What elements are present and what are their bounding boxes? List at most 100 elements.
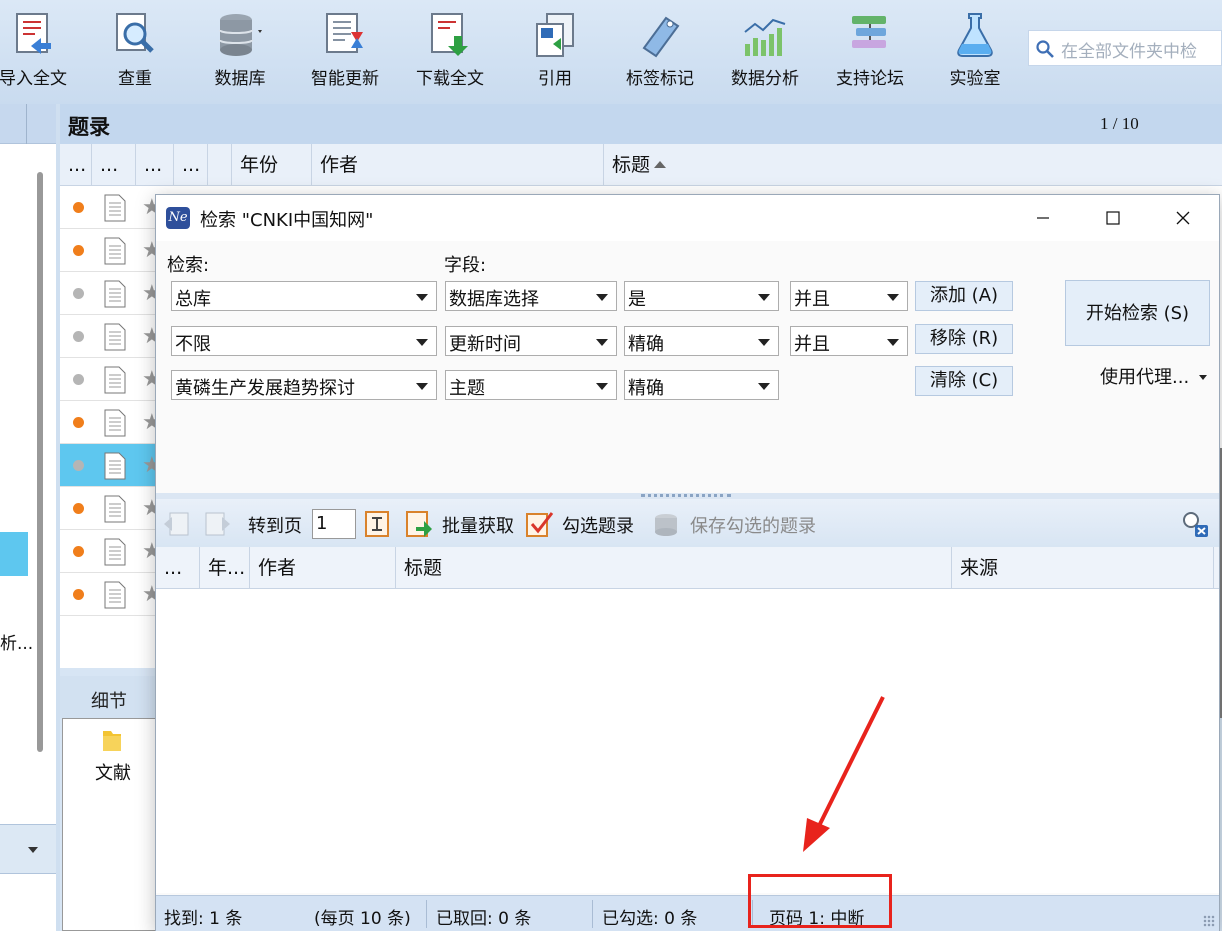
import-fulltext-button[interactable]: 导入全文	[0, 6, 83, 98]
tag-button[interactable]: 标签标记	[610, 6, 710, 98]
table-row[interactable]: ★	[60, 229, 162, 272]
table-row[interactable]: ★	[60, 315, 162, 358]
tag-label: 标签标记	[626, 69, 694, 89]
match-combo-2[interactable]: 精确	[624, 326, 779, 356]
table-row[interactable]: ★	[60, 186, 162, 229]
field-combo-2[interactable]: 更新时间	[445, 326, 617, 356]
table-row[interactable]: ★	[60, 530, 162, 573]
match-combo-3[interactable]: 精确	[624, 370, 779, 400]
column-header-year[interactable]: 年份	[232, 144, 312, 186]
field-combo-3[interactable]: 主题	[445, 370, 617, 400]
smart-update-icon	[326, 13, 363, 53]
table-row[interactable]: ★	[60, 573, 162, 616]
clear-button[interactable]: 清除 (C)	[915, 366, 1013, 396]
add-button[interactable]: 添加 (A)	[915, 281, 1013, 311]
smart-update-button[interactable]: 智能更新	[295, 6, 395, 98]
page-number-input[interactable]: 1	[312, 509, 356, 539]
logic-combo-2[interactable]: 并且	[790, 326, 908, 356]
document-icon	[104, 452, 126, 480]
match-value: 是	[628, 289, 646, 310]
logic-combo-1[interactable]: 并且	[790, 281, 908, 311]
tag-icon	[642, 16, 680, 58]
results-body	[156, 589, 1219, 893]
status-dot-icon	[73, 546, 84, 557]
batch-fetch-button[interactable]: 批量获取	[442, 512, 514, 538]
term-combo-3[interactable]: 黄磷生产发展趋势探讨	[171, 370, 437, 400]
folder-panel: 析...	[0, 104, 56, 931]
duplicate-check-label: 查重	[118, 69, 152, 89]
minimize-button[interactable]	[1008, 195, 1078, 241]
cite-button[interactable]: 引用	[505, 6, 605, 98]
column-header[interactable]: ...	[92, 144, 136, 186]
close-button[interactable]	[1148, 195, 1218, 241]
download-fulltext-icon	[431, 13, 468, 56]
database-icon	[219, 14, 262, 56]
term-combo-1[interactable]: 总库	[171, 281, 437, 311]
save-checked-button[interactable]: 保存勾选的题录	[690, 512, 816, 538]
lab-button[interactable]: 实验室	[925, 6, 1025, 98]
search-label: 检索:	[167, 255, 210, 276]
cite-label: 引用	[538, 69, 572, 89]
status-retrieved: 已取回: 0 条	[436, 909, 532, 929]
chevron-down-icon	[596, 383, 608, 390]
table-row[interactable]: ★	[60, 358, 162, 401]
table-row[interactable]: ★	[60, 401, 162, 444]
save-checked-icon[interactable]	[652, 509, 682, 539]
clear-results-icon[interactable]	[1180, 509, 1210, 539]
dialog-title: 检索 "CNKI中国知网"	[200, 210, 374, 231]
results-column-header[interactable]: ...	[156, 547, 200, 589]
selected-folder[interactable]	[0, 532, 28, 576]
use-proxy-label: 使用代理...	[1100, 367, 1190, 388]
cite-icon	[536, 13, 574, 57]
resize-grip[interactable]	[1203, 915, 1215, 927]
remove-button[interactable]: 移除 (R)	[915, 324, 1013, 354]
document-icon	[104, 581, 126, 609]
column-header[interactable]: ...	[174, 144, 208, 186]
folder-panel-scrollbar[interactable]	[37, 172, 43, 752]
dialog-titlebar[interactable]: Ne 检索 "CNKI中国知网"	[156, 195, 1219, 241]
status-per-page: (每页 10 条)	[314, 909, 411, 929]
download-fulltext-button[interactable]: 下载全文	[400, 6, 500, 98]
column-header[interactable]: ...	[136, 144, 174, 186]
column-header[interactable]	[208, 144, 232, 186]
database-button[interactable]: 数据库	[190, 6, 290, 98]
folder-panel-dropdown[interactable]	[0, 824, 56, 874]
folder-item-truncated[interactable]: 析...	[0, 629, 33, 654]
term-combo-2[interactable]: 不限	[171, 326, 437, 356]
goto-page-label: 转到页	[248, 516, 302, 537]
results-column-title[interactable]: 标题	[396, 547, 952, 589]
data-analysis-button[interactable]: 数据分析	[715, 6, 815, 98]
results-column-year[interactable]: 年...	[200, 547, 250, 589]
results-column-source[interactable]: 来源	[952, 547, 1214, 589]
column-header-author[interactable]: 作者	[312, 144, 604, 186]
next-page-icon[interactable]	[202, 509, 232, 539]
start-search-button[interactable]: 开始检索 (S)	[1065, 280, 1210, 346]
results-column-author[interactable]: 作者	[250, 547, 396, 589]
table-row[interactable]: ★	[60, 272, 162, 315]
record-list-pager: 1 / 10	[1100, 114, 1139, 133]
prev-page-icon[interactable]	[162, 509, 192, 539]
use-proxy-dropdown[interactable]: 使用代理...	[1100, 363, 1208, 389]
table-row[interactable]: ★	[60, 487, 162, 530]
download-fulltext-label: 下载全文	[416, 69, 484, 89]
tab-detail[interactable]: 细节	[60, 676, 160, 718]
check-records-button[interactable]: 勾选题录	[562, 512, 634, 538]
goto-page-icon[interactable]	[362, 509, 392, 539]
document-icon	[104, 194, 126, 222]
forum-button[interactable]: 支持论坛	[820, 6, 920, 98]
chevron-down-icon	[416, 383, 428, 390]
batch-fetch-icon[interactable]	[404, 509, 434, 539]
column-header-title[interactable]: 标题	[604, 144, 1222, 186]
detail-folder-label[interactable]: 文献	[95, 759, 131, 785]
maximize-button[interactable]	[1078, 195, 1148, 241]
field-combo-1[interactable]: 数据库选择	[445, 281, 617, 311]
column-header[interactable]: ...	[60, 144, 92, 186]
document-icon	[104, 366, 126, 394]
search-input[interactable]: 在全部文件夹中检	[1028, 30, 1222, 66]
match-combo-1[interactable]: 是	[624, 281, 779, 311]
status-checked: 已勾选: 0 条	[602, 909, 698, 929]
table-row[interactable]: ★	[60, 444, 162, 487]
duplicate-check-icon	[116, 13, 154, 53]
check-records-icon[interactable]	[524, 509, 554, 539]
duplicate-check-button[interactable]: 查重	[85, 6, 185, 98]
